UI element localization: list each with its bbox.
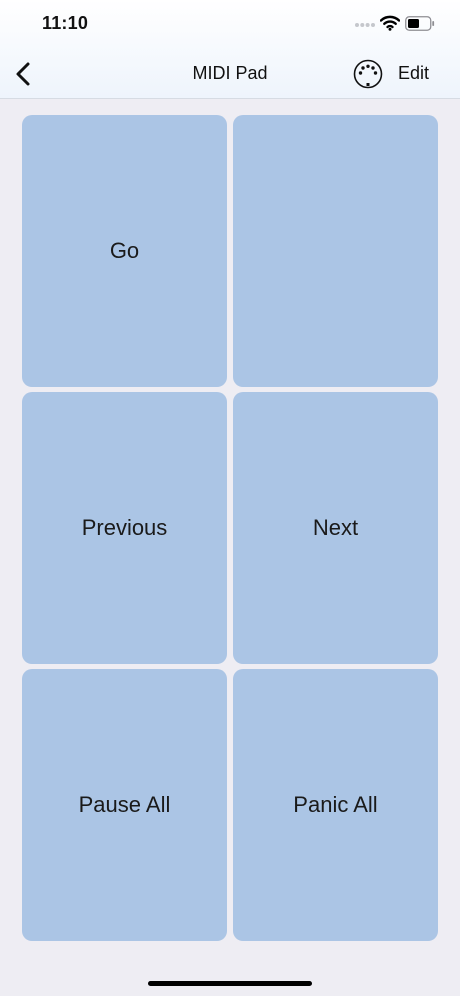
pad-previous[interactable]: Previous — [22, 392, 227, 664]
status-time: 11:10 — [42, 13, 89, 33]
wifi-icon — [380, 15, 400, 31]
pad-next[interactable]: Next — [233, 392, 438, 664]
status-bar: 11:10 — [0, 0, 460, 50]
battery-icon — [405, 16, 435, 31]
pad-pause-all[interactable]: Pause All — [22, 669, 227, 941]
home-indicator[interactable] — [148, 981, 312, 986]
midi-connector-icon[interactable] — [352, 58, 384, 90]
header-area: 11:10 MIDI Pad Edit — [0, 0, 460, 99]
pad-empty[interactable] — [233, 115, 438, 387]
cellular-signal-icon — [355, 23, 375, 27]
page-title: MIDI Pad — [192, 63, 268, 83]
pad-grid: Go Previous Next Pause All Panic All — [22, 115, 438, 941]
edit-button[interactable]: Edit — [398, 63, 429, 84]
pad-panic-all[interactable]: Panic All — [233, 669, 438, 941]
back-chevron-icon[interactable] — [10, 59, 40, 89]
navigation-bar: MIDI Pad Edit — [0, 50, 460, 98]
pad-go[interactable]: Go — [22, 115, 227, 387]
